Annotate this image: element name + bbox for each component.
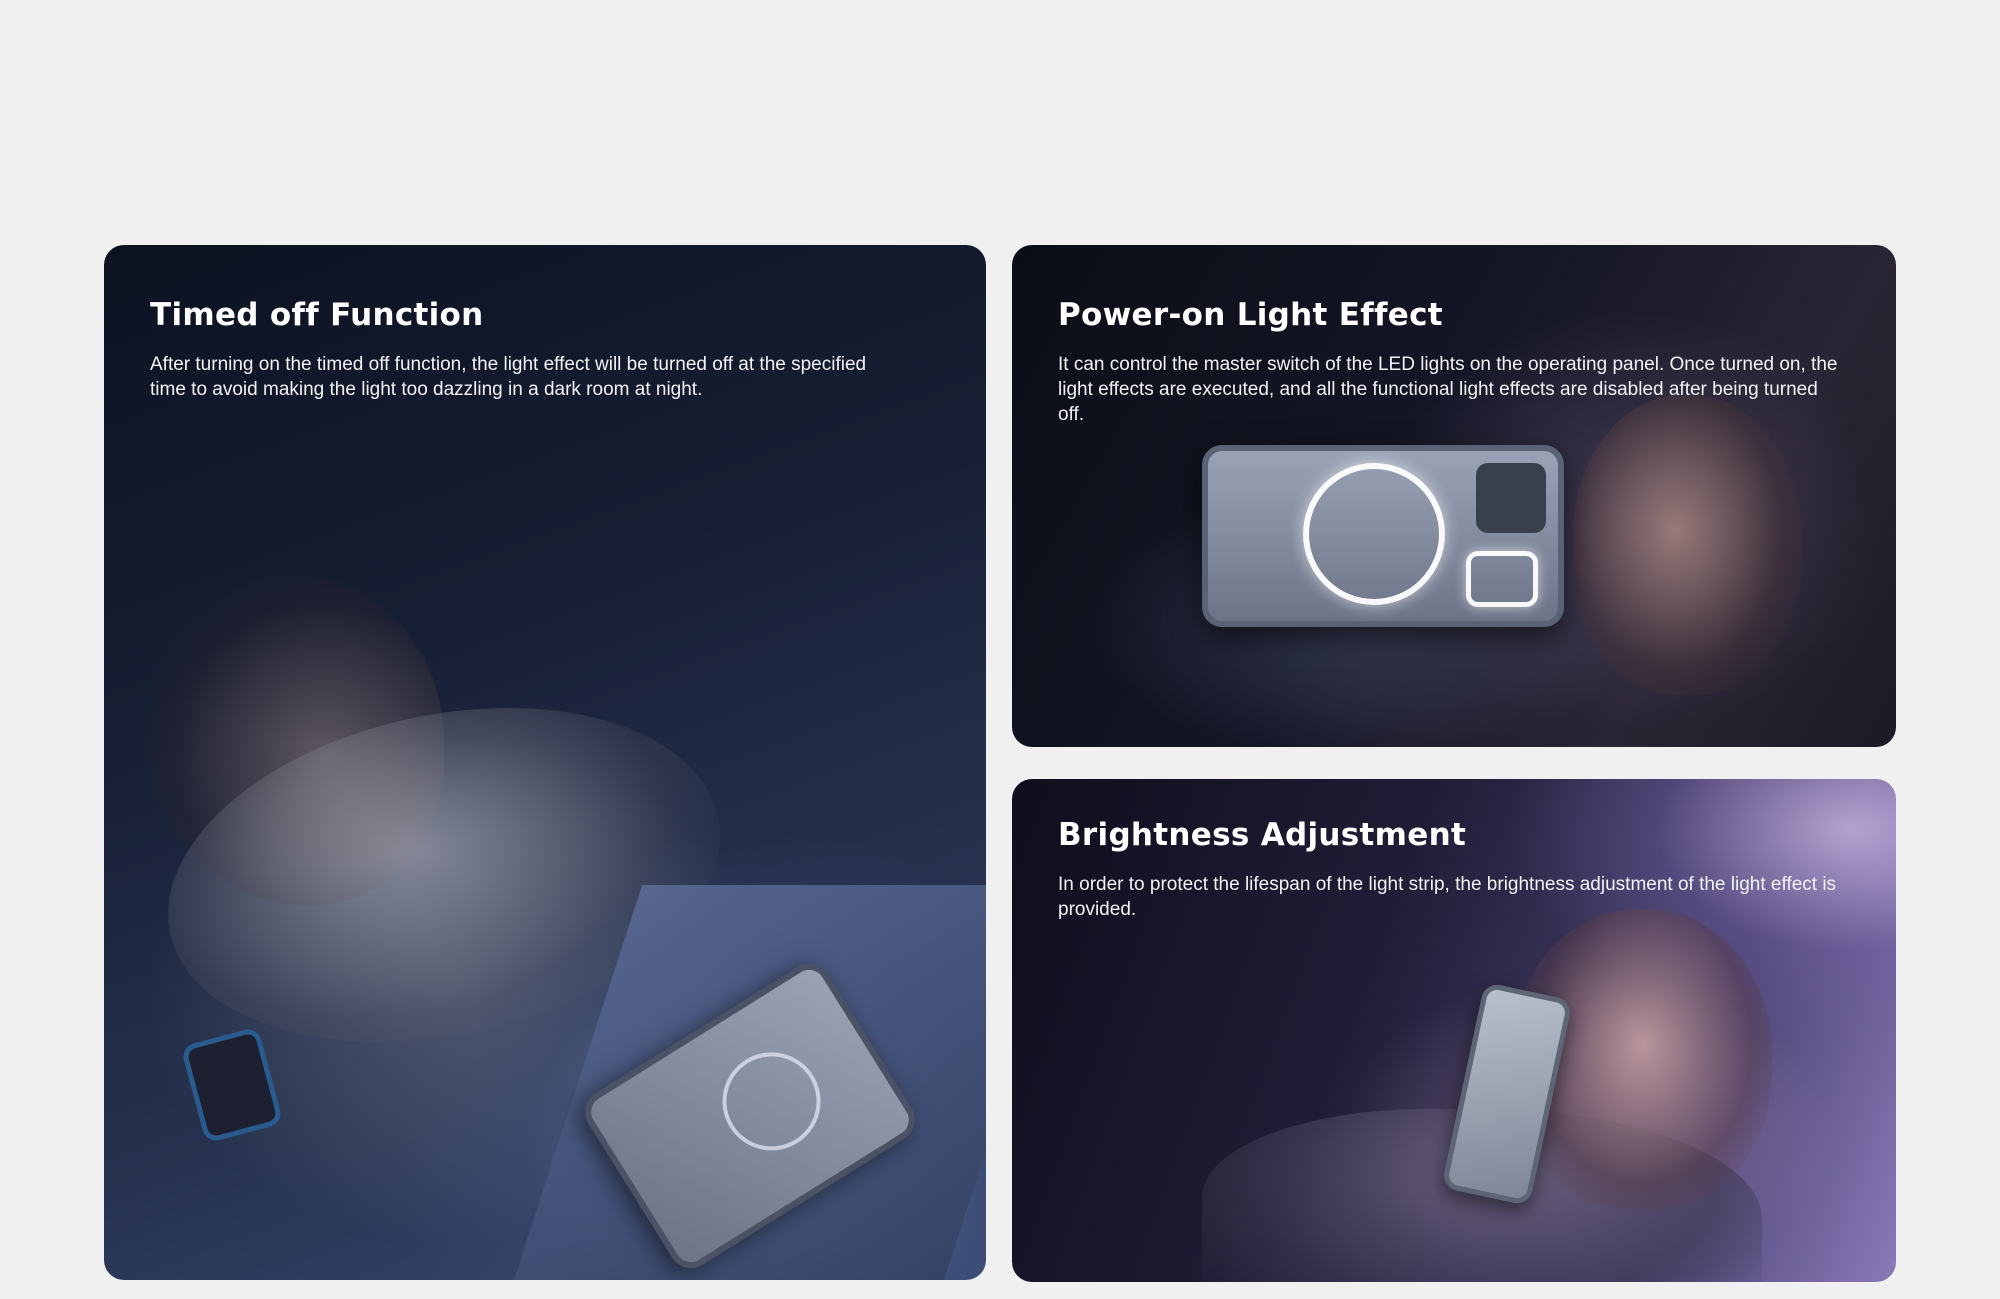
timed-off-card: Timed off Function After turning on the … (104, 245, 986, 1280)
card-title: Brightness Adjustment (1058, 817, 1467, 853)
power-on-light-card: Power-on Light Effect It can control the… (1012, 245, 1896, 747)
card-description: After turning on the timed off function,… (150, 354, 867, 401)
card-description: It can control the master switch of the … (1058, 354, 1838, 426)
brightness-adjustment-card: Brightness Adjustment In order to protec… (1012, 779, 1896, 1282)
woman-portrait-image (1572, 395, 1802, 695)
camera-module-icon (1476, 463, 1546, 533)
card-description: In order to protect the lifespan of the … (1058, 874, 1837, 921)
card-title: Power-on Light Effect (1058, 297, 1443, 333)
phone-image (1202, 445, 1564, 627)
card-title: Timed off Function (150, 297, 484, 333)
light-ring-icon (703, 1033, 840, 1169)
light-strip-icon (1466, 551, 1538, 607)
card-text: Brightness Adjustment In order to protec… (1058, 817, 1848, 922)
card-text: Power-on Light Effect It can control the… (1058, 297, 1848, 427)
feature-gallery: Timed off Function After turning on the … (0, 0, 2000, 1299)
card-text: Timed off Function After turning on the … (150, 297, 870, 402)
smartwatch-image (180, 1026, 284, 1144)
light-ring-icon (1303, 463, 1445, 605)
